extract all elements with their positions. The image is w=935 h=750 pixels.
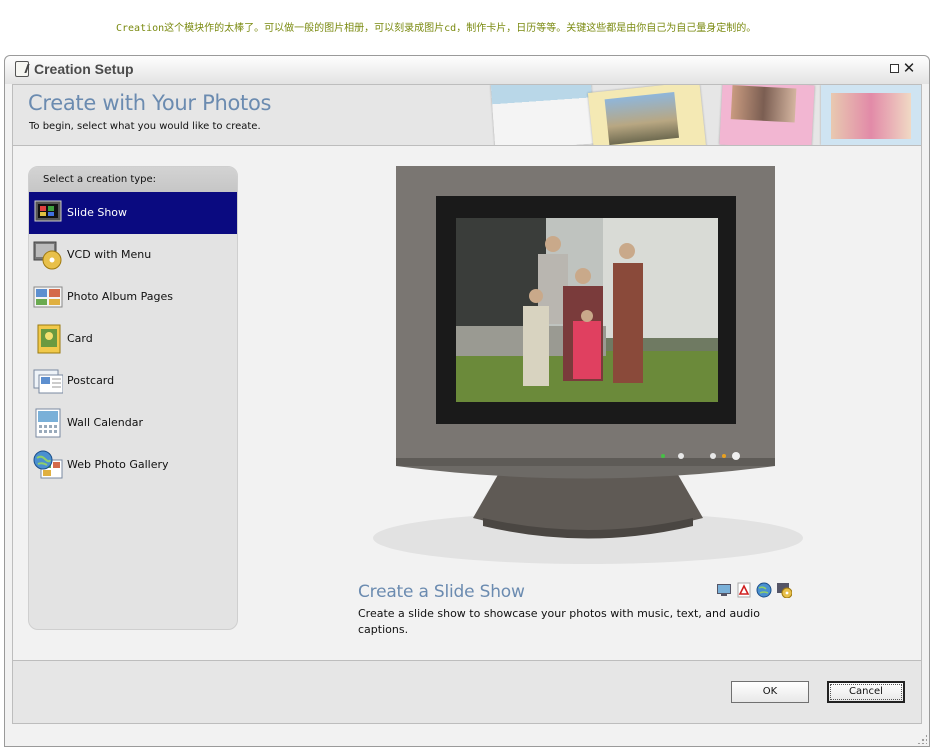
- disc-output-icon: [776, 582, 793, 599]
- creation-item-label: Wall Calendar: [67, 416, 143, 429]
- title-bar[interactable]: Creation Setup ✕: [5, 56, 929, 84]
- preview-title: Create a Slide Show: [358, 582, 525, 602]
- ok-button[interactable]: OK: [731, 681, 809, 703]
- header-banner: Create with Your Photos To begin, select…: [12, 84, 922, 146]
- preview-description: Create a slide show to showcase your pho…: [358, 607, 760, 636]
- calendar-photo: [490, 85, 596, 145]
- pdf-output-icon: [736, 582, 752, 598]
- postcard-icon: [33, 366, 64, 396]
- creation-item-card[interactable]: Card: [29, 318, 237, 360]
- web-gallery-icon: [33, 450, 63, 480]
- creation-item-photo-album-pages[interactable]: Photo Album Pages: [29, 276, 237, 318]
- creation-item-vcd-with-menu[interactable]: VCD with Menu: [29, 234, 237, 276]
- slideshow-icon: [33, 198, 63, 228]
- cancel-button[interactable]: Cancel: [827, 681, 905, 703]
- creation-item-label: Web Photo Gallery: [67, 458, 169, 471]
- photo-album-icon: [33, 282, 63, 312]
- creation-item-web-photo-gallery[interactable]: Web Photo Gallery: [29, 444, 237, 486]
- creation-item-slide-show[interactable]: Slide Show: [29, 192, 237, 234]
- creation-type-heading: Select a creation type:: [29, 167, 237, 192]
- close-icon[interactable]: ✕: [902, 59, 916, 77]
- creation-item-postcard[interactable]: Postcard: [29, 360, 237, 402]
- web-output-icon: [756, 582, 772, 598]
- main-content: Select a creation type: Slide Show VCD w…: [12, 146, 922, 660]
- app-icon: [15, 61, 29, 77]
- preview-monitor: [363, 166, 803, 566]
- header-photo-collage: [483, 85, 921, 145]
- creation-type-panel: Select a creation type: Slide Show VCD w…: [28, 166, 238, 630]
- creation-item-label: Slide Show: [67, 206, 128, 219]
- creation-item-wall-calendar[interactable]: Wall Calendar: [29, 402, 237, 444]
- building-photo: [587, 85, 707, 145]
- vcd-disc-icon: [33, 240, 63, 270]
- window-title: Creation Setup: [34, 61, 134, 77]
- screen-output-icon: [716, 582, 732, 598]
- resize-grip[interactable]: [917, 734, 927, 744]
- page-caption: Creation这个模块作的太棒了。可以做一般的图片相册，可以刻录成图片cd，制…: [116, 23, 757, 34]
- calendar-icon: [33, 408, 63, 438]
- creation-item-label: Card: [67, 332, 93, 345]
- creation-item-label: Photo Album Pages: [67, 290, 173, 303]
- creation-setup-window: Creation Setup ✕ Create with Your Photos…: [4, 55, 930, 747]
- card-photo: [719, 85, 815, 145]
- maximize-icon[interactable]: [890, 64, 899, 73]
- creation-item-label: VCD with Menu: [67, 248, 152, 261]
- card-icon: [33, 324, 63, 354]
- group-photo: [821, 85, 921, 145]
- creation-item-label: Postcard: [67, 374, 115, 387]
- header-subtitle: To begin, select what you would like to …: [29, 121, 261, 132]
- dialog-footer: OK Cancel: [12, 660, 922, 724]
- header-title: Create with Your Photos: [28, 91, 272, 115]
